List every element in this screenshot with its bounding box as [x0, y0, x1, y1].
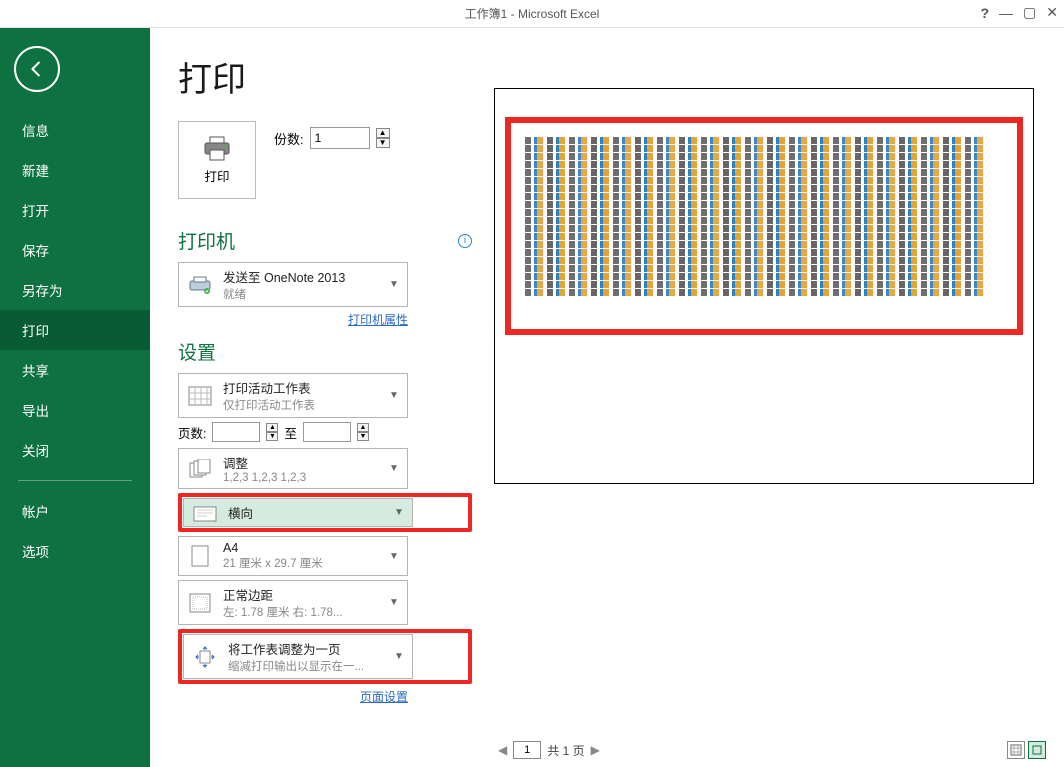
margins-dropdown[interactable]: 正常边距 左: 1.78 厘米 右: 1.78... ▼	[178, 580, 408, 625]
copies-input[interactable]	[310, 127, 370, 149]
sidebar-item-account[interactable]: 帐户	[0, 491, 150, 531]
help-icon[interactable]: ?	[980, 5, 989, 21]
chevron-down-icon: ▼	[394, 651, 406, 662]
page-from-up[interactable]: ▲	[266, 423, 278, 432]
page-from-input[interactable]	[212, 422, 260, 442]
orientation-highlight: 横向 ▼	[178, 493, 472, 532]
info-icon[interactable]: i	[458, 234, 472, 248]
chevron-down-icon: ▼	[389, 551, 401, 562]
copies-up[interactable]: ▲	[376, 128, 390, 138]
printer-dropdown[interactable]: 发送至 OneNote 2013 就绪 ▼	[178, 262, 408, 307]
preview-page	[494, 88, 1034, 484]
window-title: 工作簿1 - Microsoft Excel	[465, 5, 600, 22]
collate-icon	[185, 459, 215, 479]
printer-icon	[202, 136, 232, 162]
fit-page-icon	[190, 646, 220, 668]
maximize-button[interactable]: ▢	[1023, 4, 1036, 21]
printer-icon-small	[185, 275, 215, 295]
sidebar-item-saveas[interactable]: 另存为	[0, 270, 150, 310]
sidebar-item-share[interactable]: 共享	[0, 350, 150, 390]
print-button[interactable]: 打印	[178, 121, 256, 199]
page-to-input[interactable]	[303, 422, 351, 442]
next-page-button[interactable]: ▶	[591, 743, 600, 757]
chevron-down-icon: ▼	[389, 279, 401, 290]
page-to-down[interactable]: ▼	[357, 432, 369, 441]
sidebar-item-export[interactable]: 导出	[0, 390, 150, 430]
zoom-to-page-button[interactable]	[1028, 741, 1046, 759]
print-button-label: 打印	[204, 166, 229, 185]
page-number-input[interactable]	[513, 741, 541, 759]
print-settings-pane: 打印 打印 份数: ▲ ▼	[150, 28, 480, 767]
copies-down[interactable]: ▼	[376, 138, 390, 148]
page-total-label: 共 1 页	[547, 742, 584, 759]
pages-label: 页数:	[178, 423, 206, 442]
page-from-down[interactable]: ▼	[266, 432, 278, 441]
printer-name: 发送至 OneNote 2013	[223, 267, 381, 286]
printer-status: 就绪	[223, 286, 381, 302]
sidebar-item-options[interactable]: 选项	[0, 531, 150, 571]
preview-content	[525, 137, 1003, 323]
prev-page-button[interactable]: ◀	[498, 743, 507, 757]
page-title: 打印	[178, 52, 472, 101]
landscape-icon	[190, 504, 220, 522]
chevron-down-icon: ▼	[389, 463, 401, 474]
chevron-down-icon: ▼	[394, 507, 406, 518]
printer-properties-link[interactable]: 打印机属性	[178, 311, 408, 328]
scaling-dropdown[interactable]: 将工作表调整为一页 缩减打印输出以显示在一... ▼	[183, 634, 413, 679]
sidebar-item-open[interactable]: 打开	[0, 190, 150, 230]
backstage-sidebar: 信息 新建 打开 保存 另存为 打印 共享 导出 关闭 帐户 选项	[0, 28, 150, 767]
chevron-down-icon: ▼	[389, 597, 401, 608]
sidebar-item-new[interactable]: 新建	[0, 150, 150, 190]
settings-heading: 设置	[178, 338, 216, 365]
print-preview-pane: ◀ 共 1 页 ▶	[480, 28, 1064, 767]
sheet-icon	[185, 386, 215, 406]
show-margins-button[interactable]	[1007, 741, 1025, 759]
print-what-dropdown[interactable]: 打印活动工作表 仅打印活动工作表 ▼	[178, 373, 408, 418]
preview-pager: ◀ 共 1 页 ▶	[480, 741, 1064, 759]
sidebar-item-close[interactable]: 关闭	[0, 430, 150, 470]
sidebar-item-print[interactable]: 打印	[0, 310, 150, 350]
sidebar-separator	[18, 480, 132, 481]
page-setup-link[interactable]: 页面设置	[178, 688, 408, 705]
orientation-dropdown[interactable]: 横向 ▼	[183, 498, 413, 527]
sidebar-item-save[interactable]: 保存	[0, 230, 150, 270]
close-button[interactable]: ✕	[1046, 4, 1058, 21]
minimize-button[interactable]: —	[999, 5, 1013, 21]
paper-icon	[185, 545, 215, 567]
pages-to-label: 至	[284, 423, 297, 442]
printer-heading: 打印机	[178, 227, 235, 254]
chevron-down-icon: ▼	[389, 390, 401, 401]
back-button[interactable]	[14, 46, 60, 92]
copies-label: 份数:	[274, 129, 304, 148]
collate-dropdown[interactable]: 调整 1,2,3 1,2,3 1,2,3 ▼	[178, 448, 408, 489]
margins-icon	[185, 593, 215, 613]
sidebar-item-info[interactable]: 信息	[0, 110, 150, 150]
titlebar: 工作簿1 - Microsoft Excel ? — ▢ ✕	[0, 0, 1064, 28]
page-to-up[interactable]: ▲	[357, 423, 369, 432]
scaling-highlight: 将工作表调整为一页 缩减打印输出以显示在一... ▼	[178, 629, 472, 684]
paper-dropdown[interactable]: A4 21 厘米 x 29.7 厘米 ▼	[178, 536, 408, 576]
